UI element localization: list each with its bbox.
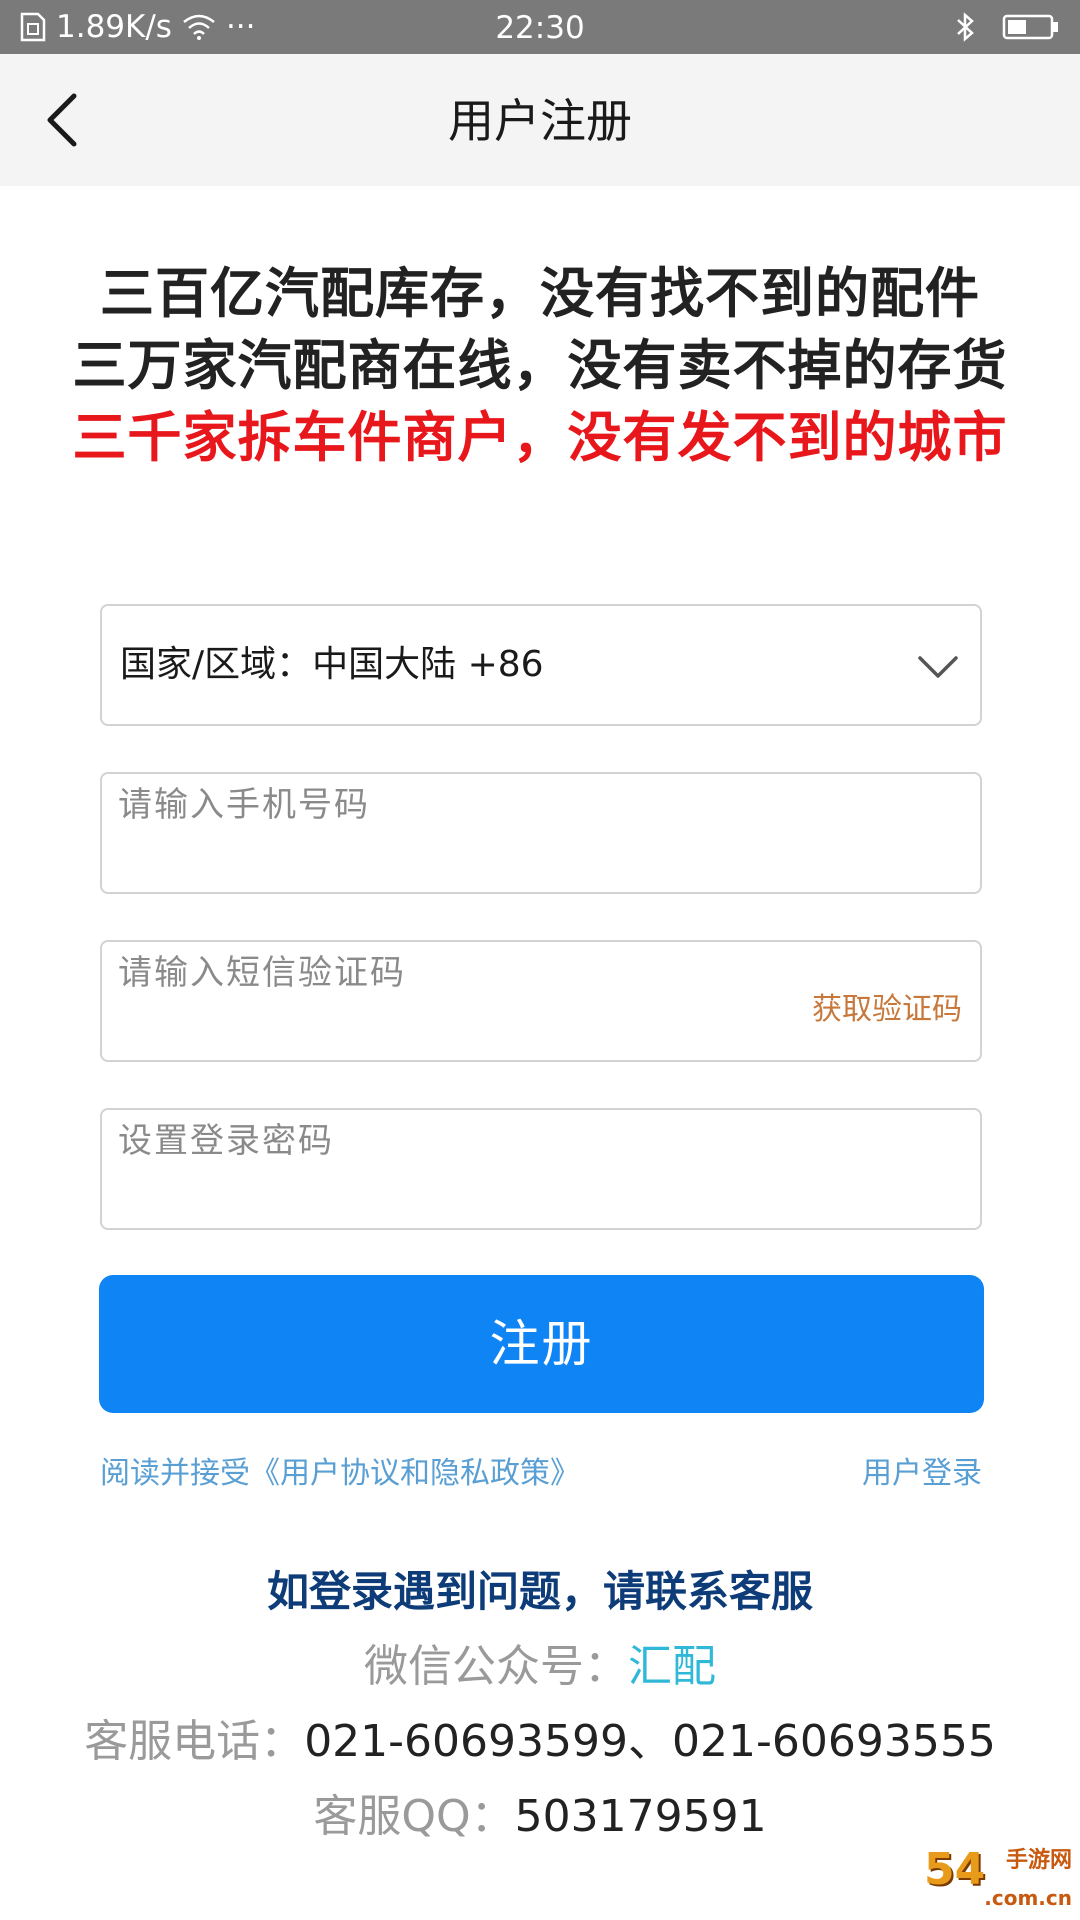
password-field-box xyxy=(100,1108,982,1230)
country-value: 国家/区域：中国大陆 +86 xyxy=(120,644,544,685)
slogan-line-2: 三万家汽配商在线，没有卖不掉的存货 xyxy=(72,334,1008,397)
service-qq-label: 客服QQ： xyxy=(313,1791,515,1842)
status-right xyxy=(954,0,1060,54)
country-select[interactable]: 国家/区域：中国大陆 +86 xyxy=(100,604,982,726)
slogan: 三百亿汽配库存，没有找不到的配件 三万家汽配商在线，没有卖不掉的存货 三千家拆车… xyxy=(0,258,1080,474)
get-code-button[interactable]: 获取验证码 xyxy=(812,984,962,1028)
nav-bar: 用户注册 xyxy=(0,54,1080,186)
login-link[interactable]: 用户登录 xyxy=(862,1448,982,1492)
slogan-line-1: 三百亿汽配库存，没有找不到的配件 xyxy=(100,262,980,325)
sms-code-input[interactable] xyxy=(118,950,738,996)
service-qq-line: 客服QQ：503179591 xyxy=(0,1780,1080,1844)
password-input[interactable] xyxy=(118,1118,738,1164)
watermark-logo: 54 手游网 .com.cn xyxy=(924,1834,1074,1914)
page-title: 用户注册 xyxy=(448,94,632,148)
phone-field-box xyxy=(100,772,982,894)
watermark-small: 手游网 xyxy=(1005,1848,1072,1873)
battery-icon xyxy=(1002,13,1060,41)
status-time: 22:30 xyxy=(495,10,585,46)
service-qq-value: 503179591 xyxy=(514,1791,767,1842)
phone-input[interactable] xyxy=(118,782,738,828)
chevron-down-icon xyxy=(918,656,958,678)
register-page: 1.89K/s ··· 22:30 用户注册 三百亿汽配库存，没有找不到的配件 … xyxy=(0,0,1080,1920)
contact-heading: 如登录遇到问题，请联系客服 xyxy=(266,1567,813,1616)
service-phone-label: 客服电话： xyxy=(84,1716,305,1767)
slogan-line-3: 三千家拆车件商户，没有发不到的城市 xyxy=(72,406,1008,469)
wechat-line: 微信公众号：汇配 xyxy=(0,1630,1080,1694)
agreement-link[interactable]: 阅读并接受《用户协议和隐私政策》 xyxy=(100,1448,580,1492)
service-phone-value: 021-60693599、021-60693555 xyxy=(304,1716,996,1767)
watermark-number: 54 xyxy=(924,1844,986,1895)
watermark-domain: .com.cn xyxy=(984,1886,1072,1910)
wechat-label: 微信公众号： xyxy=(364,1641,628,1692)
status-bar: 1.89K/s ··· 22:30 xyxy=(0,0,1080,54)
service-phone-line: 客服电话：021-60693599、021-60693555 xyxy=(0,1705,1080,1769)
sms-field-box: 获取验证码 xyxy=(100,940,982,1062)
bluetooth-icon xyxy=(954,12,976,42)
register-button[interactable]: 注册 xyxy=(99,1275,984,1413)
wechat-value: 汇配 xyxy=(628,1641,716,1692)
